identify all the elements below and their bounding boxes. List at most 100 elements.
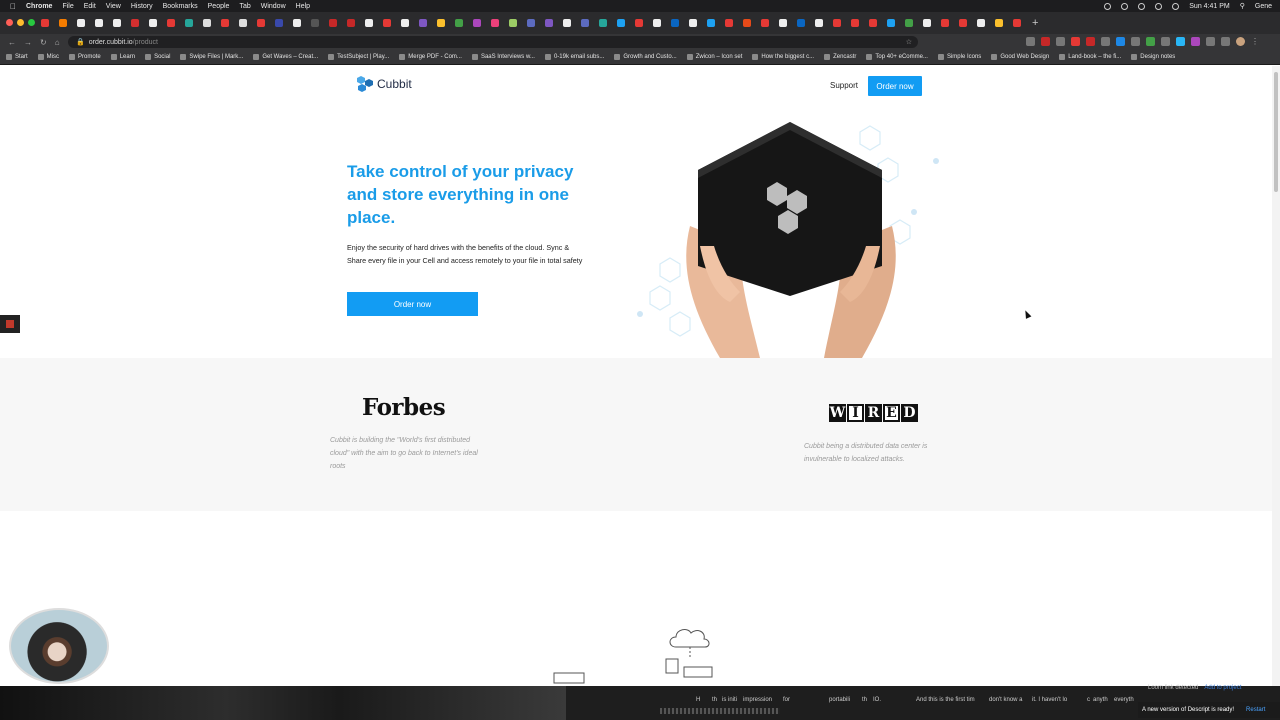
- browser-tab[interactable]: [450, 14, 468, 32]
- browser-tab[interactable]: [162, 14, 180, 32]
- menu-help[interactable]: Help: [296, 3, 310, 10]
- forward-icon[interactable]: →: [24, 38, 32, 47]
- browser-tab[interactable]: [72, 14, 90, 32]
- wired-logo[interactable]: W I R E D: [829, 404, 918, 422]
- extension-icon[interactable]: [1056, 37, 1065, 46]
- extension-icon[interactable]: [1041, 37, 1050, 46]
- bookmark-item[interactable]: SaaS Interviews w...: [471, 54, 535, 60]
- bookmark-item[interactable]: Land-book – the fi...: [1059, 54, 1121, 60]
- status-icon[interactable]: [1138, 2, 1146, 10]
- new-tab-icon[interactable]: +: [1032, 17, 1038, 29]
- browser-tab[interactable]: [828, 14, 846, 32]
- transcript-word[interactable]: IO.: [873, 697, 881, 703]
- recording-stop-button[interactable]: [0, 315, 20, 333]
- browser-tab[interactable]: [288, 14, 306, 32]
- transcript-word[interactable]: H: [696, 697, 700, 703]
- bookmark-item[interactable]: How the biggest c...: [752, 54, 814, 60]
- extension-icon[interactable]: [1221, 37, 1230, 46]
- forbes-logo[interactable]: Forbes: [362, 394, 446, 421]
- extension-icon[interactable]: [1191, 37, 1200, 46]
- browser-tab[interactable]: [612, 14, 630, 32]
- bookmark-item[interactable]: Get Waves – Creat...: [253, 54, 318, 60]
- bookmark-folder[interactable]: Promote: [69, 54, 101, 60]
- add-to-project-link[interactable]: Add to project: [1204, 685, 1241, 691]
- minimize-window-icon[interactable]: [17, 19, 24, 26]
- bookmark-item[interactable]: Zencastr: [824, 54, 856, 60]
- browser-tab[interactable]: [270, 14, 288, 32]
- browser-tab[interactable]: [738, 14, 756, 32]
- bookmark-folder[interactable]: Social: [145, 54, 170, 60]
- bookmark-item[interactable]: Design notes: [1131, 54, 1175, 60]
- more-menu-icon[interactable]: ⋮: [1251, 37, 1260, 46]
- browser-tab[interactable]: [378, 14, 396, 32]
- browser-tab[interactable]: [918, 14, 936, 32]
- bookmark-item[interactable]: Growth and Custo...: [614, 54, 677, 60]
- page-scrollbar[interactable]: [1272, 66, 1280, 686]
- browser-tab[interactable]: [396, 14, 414, 32]
- support-link[interactable]: Support: [830, 81, 858, 90]
- bookmark-item[interactable]: Simple Icons: [937, 54, 981, 60]
- bookmark-item[interactable]: Swipe Files | Mark...: [180, 54, 243, 60]
- browser-tab[interactable]: [882, 14, 900, 32]
- browser-tab[interactable]: [864, 14, 882, 32]
- browser-tab[interactable]: [954, 14, 972, 32]
- restart-button[interactable]: Restart: [1246, 707, 1265, 713]
- transcript-word[interactable]: it. I haven't lo: [1032, 697, 1067, 703]
- extension-icon[interactable]: [1176, 37, 1185, 46]
- back-icon[interactable]: ←: [8, 38, 16, 47]
- scrollbar-thumb[interactable]: [1274, 72, 1278, 192]
- browser-tab[interactable]: [720, 14, 738, 32]
- bookmark-item[interactable]: Merge PDF - Com...: [399, 54, 462, 60]
- extension-icon[interactable]: [1206, 37, 1215, 46]
- extension-icon[interactable]: [1086, 37, 1095, 46]
- transcript-word[interactable]: portabili: [829, 697, 850, 703]
- bookmark-folder[interactable]: Misc: [37, 54, 59, 60]
- browser-tab[interactable]: [684, 14, 702, 32]
- extension-icon[interactable]: [1071, 37, 1080, 46]
- close-window-icon[interactable]: [6, 19, 13, 26]
- browser-tab[interactable]: [846, 14, 864, 32]
- browser-tab[interactable]: [1008, 14, 1026, 32]
- menu-view[interactable]: View: [106, 3, 121, 10]
- extension-icon[interactable]: [1131, 37, 1140, 46]
- menu-history[interactable]: History: [131, 3, 153, 10]
- browser-tab[interactable]: [936, 14, 954, 32]
- bookmark-item[interactable]: TestSubject | Play...: [328, 54, 389, 60]
- browser-tab[interactable]: [306, 14, 324, 32]
- browser-tab[interactable]: [234, 14, 252, 32]
- browser-tab[interactable]: [990, 14, 1008, 32]
- bookmark-item[interactable]: Start: [6, 54, 28, 60]
- status-icon[interactable]: [1121, 2, 1129, 10]
- browser-tab[interactable]: [360, 14, 378, 32]
- browser-tab[interactable]: [432, 14, 450, 32]
- webcam-bubble[interactable]: [9, 608, 109, 684]
- browser-tab[interactable]: [648, 14, 666, 32]
- wifi-icon[interactable]: [1155, 2, 1163, 10]
- apple-icon[interactable]: : [10, 2, 16, 11]
- browser-tab[interactable]: [756, 14, 774, 32]
- transcript-word[interactable]: for: [783, 697, 790, 703]
- browser-tab[interactable]: [504, 14, 522, 32]
- browser-tab[interactable]: [414, 14, 432, 32]
- browser-tab[interactable]: [342, 14, 360, 32]
- home-icon[interactable]: ⌂: [55, 38, 60, 47]
- transcript-word[interactable]: is initi: [722, 697, 737, 703]
- menu-people[interactable]: People: [208, 3, 230, 10]
- browser-tab[interactable]: [324, 14, 342, 32]
- browser-tab[interactable]: [198, 14, 216, 32]
- menu-chrome[interactable]: Chrome: [26, 3, 52, 10]
- menu-file[interactable]: File: [62, 3, 73, 10]
- audio-waveform[interactable]: [660, 708, 780, 714]
- transcript-word[interactable]: c: [1087, 697, 1090, 703]
- browser-tab[interactable]: [486, 14, 504, 32]
- order-now-header-button[interactable]: Order now: [868, 76, 922, 96]
- browser-tab[interactable]: [522, 14, 540, 32]
- transcript-word[interactable]: impression: [743, 697, 772, 703]
- address-bar[interactable]: 🔒 order.cubbit.io/product ☆: [68, 36, 918, 48]
- extension-icon[interactable]: [1146, 37, 1155, 46]
- menu-edit[interactable]: Edit: [84, 3, 96, 10]
- bookmark-item[interactable]: Top 40+ eComme...: [866, 54, 928, 60]
- browser-tab[interactable]: [810, 14, 828, 32]
- menu-window[interactable]: Window: [261, 3, 286, 10]
- browser-tab[interactable]: [774, 14, 792, 32]
